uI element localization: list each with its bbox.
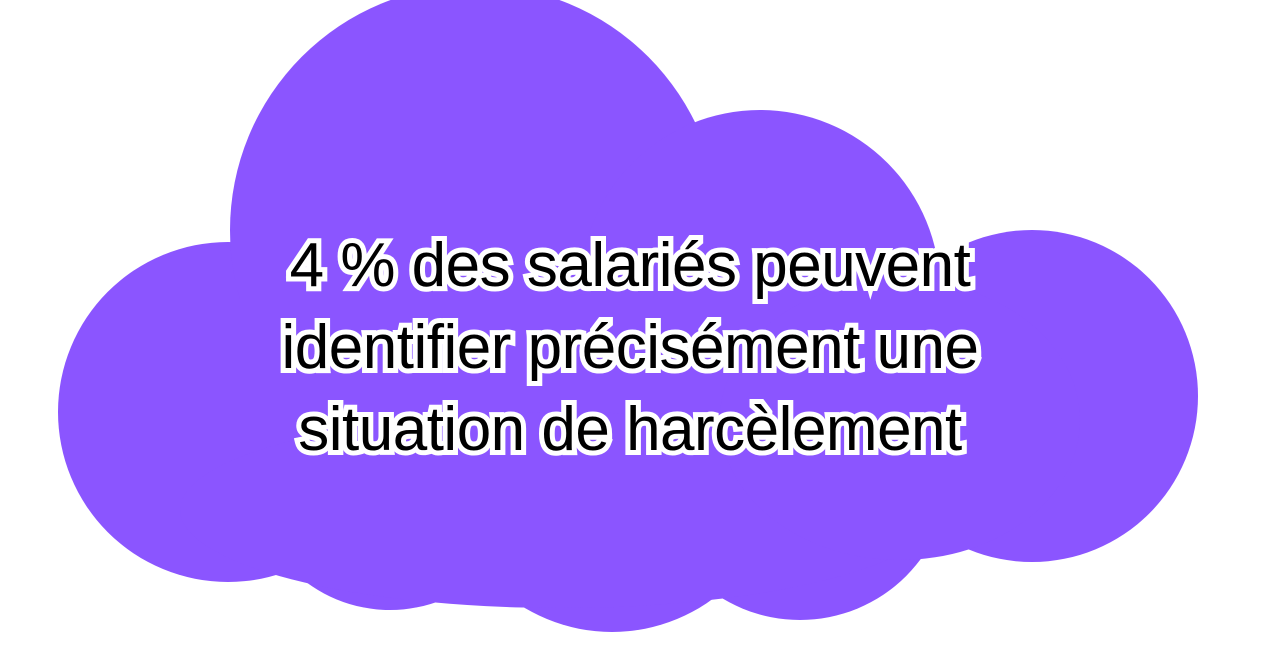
statement-line-3: situation de harcèlement (293, 390, 967, 469)
cloud-statement: 4 % des salariés peuvent identifier préc… (160, 225, 1100, 471)
statement-line-2: identifier précisément une (277, 308, 984, 387)
stage: 4 % des salariés peuvent identifier préc… (0, 0, 1280, 649)
statement-line-1: 4 % des salariés peuvent (285, 226, 976, 305)
